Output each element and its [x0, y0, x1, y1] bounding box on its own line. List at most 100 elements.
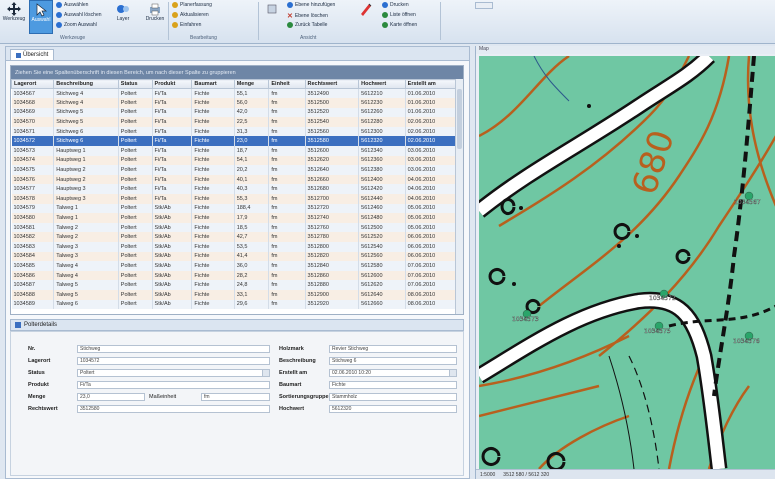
hochwert-field[interactable]: 5612320: [329, 405, 457, 413]
table-row[interactable]: 1034573 Hauptweg 1 Poltert Fi/Ta Fichte 18,7 f…: [11, 146, 458, 156]
print-button[interactable]: Drucken: [144, 0, 166, 22]
ribbon-refresh-item[interactable]: Aktualisieren: [172, 12, 209, 18]
column-header[interactable]: Produkt: [151, 79, 193, 89]
column-header[interactable]: Menge: [233, 79, 270, 89]
nr-field[interactable]: Stichweg: [77, 345, 270, 353]
table-cell: 18,5: [234, 222, 270, 233]
table-cell: 5612520: [358, 232, 406, 242]
table-cell: 5612620: [358, 280, 406, 290]
holzmark-label: Holzmark: [279, 346, 304, 352]
ribbon-open-list-item[interactable]: Liste öffnen: [382, 12, 416, 18]
table-row[interactable]: 1034568 Stichweg 4 Poltert Fi/Ta Fichte 56,0 f…: [11, 98, 458, 108]
table-row[interactable]: 1034575 Hauptweg 2 Poltert Fi/Ta Fichte 20,2 f…: [11, 165, 458, 175]
table-cell: fm: [268, 232, 306, 242]
table-row[interactable]: 1034585 Talweg 4 Poltert Stk/Ab Fichte 36,0 fm…: [11, 261, 458, 271]
table-cell: 20,2: [234, 165, 270, 175]
menge-field[interactable]: 23,0: [77, 393, 145, 401]
table-row[interactable]: 1034589 Talweg 6 Poltert Stk/Ab Fichte 29,6 fm…: [11, 299, 458, 310]
table-cell: Poltert: [118, 165, 153, 175]
table-row[interactable]: 1034578 Hauptweg 3 Poltert Fi/Ta Fichte 55,3 f…: [11, 194, 458, 204]
ribbon-print-item[interactable]: Drucken: [382, 2, 409, 8]
table-row[interactable]: 1034583 Talweg 3 Poltert Stk/Ab Fichte 53,5 fm…: [11, 242, 458, 252]
window-controls[interactable]: [475, 2, 493, 9]
table-row[interactable]: 1034586 Talweg 4 Poltert Stk/Ab Fichte 28,2 fm…: [11, 270, 458, 281]
column-header[interactable]: Rechtswert: [304, 79, 360, 89]
table-row[interactable]: 1034581 Talweg 2 Poltert Stk/Ab Fichte 18,5 fm…: [11, 222, 458, 233]
ribbon-open-map-item[interactable]: Karte öffnen: [382, 22, 417, 28]
table-row[interactable]: 1034570 Stichweg 5 Poltert Fi/Ta Fichte 22,5 f…: [11, 117, 458, 127]
table-cell: 5612560: [358, 251, 406, 262]
ribbon-back-table-item[interactable]: Zurück Tabelle: [287, 22, 327, 28]
marker-label: 1034576: [733, 338, 760, 345]
table-row[interactable]: 1034588 Talweg 5 Poltert Stk/Ab Fichte 33,1 fm…: [11, 289, 458, 300]
table-cell: Poltert: [118, 280, 153, 290]
lagerort-field[interactable]: 1034572: [77, 357, 270, 365]
table-row[interactable]: 1034576 Hauptweg 2 Poltert Fi/Ta Fichte 40,1 f…: [11, 174, 458, 185]
table-cell: 03.06.2010: [405, 155, 458, 166]
table-cell: fm: [268, 299, 306, 310]
table-row[interactable]: 1034580 Talweg 1 Poltert Stk/Ab Fichte 17,9 fm…: [11, 213, 458, 223]
layers-button[interactable]: Layer: [112, 0, 134, 22]
table-row[interactable]: 1034582 Talweg 2 Poltert Stk/Ab Fichte 42,7 fm…: [11, 232, 458, 242]
table-row[interactable]: 1034569 Stichweg 5 Poltert Fi/Ta Fichte 42,0 f…: [11, 107, 458, 118]
table-row[interactable]: 1034587 Talweg 5 Poltert Stk/Ab Fichte 24,8 fm…: [11, 280, 458, 290]
table-row[interactable]: 1034577 Hauptweg 3 Poltert Fi/Ta Fichte 40,3 f…: [11, 184, 458, 195]
table-row[interactable]: 1034572 Stichweg 6 Poltert Fi/Ta Fichte 23,0 f…: [11, 136, 458, 147]
table-cell: Fichte: [191, 299, 235, 310]
measure-button[interactable]: [354, 0, 378, 16]
group-label-edit: Bearbeitung: [190, 35, 217, 41]
table-row[interactable]: 1034571 Stichweg 6 Poltert Fi/Ta Fichte 31,3 f…: [11, 126, 458, 137]
column-header[interactable]: Erstellt am: [404, 79, 458, 89]
ribbon-clear-item[interactable]: Auswahl löschen: [56, 12, 102, 18]
sortierung-field[interactable]: Stammholz: [329, 393, 457, 401]
table-cell: 17,9: [234, 213, 270, 223]
erstellt-select[interactable]: 02.06.2010 10:20: [329, 369, 457, 377]
table-row[interactable]: 1034584 Talweg 3 Poltert Stk/Ab Fichte 41,4 fm…: [11, 251, 458, 262]
ribbon-drive-item[interactable]: Einfahren: [172, 22, 201, 28]
map-canvas[interactable]: 680 1034567 1034572 1034573 1034575 1034…: [479, 56, 775, 469]
column-header[interactable]: Hochwert: [358, 79, 406, 89]
calendar-icon[interactable]: [449, 370, 456, 376]
scrollbar-thumb[interactable]: [457, 89, 462, 149]
table-cell: 04.06.2010: [405, 194, 458, 204]
column-header[interactable]: Baumart: [191, 79, 235, 89]
column-header[interactable]: Einheit: [268, 79, 306, 89]
table-cell: 02.06.2010: [405, 117, 458, 127]
table-cell: 5612540: [358, 242, 406, 252]
table-row[interactable]: 1034579 Talweg 1 Poltert Stk/Ab Fichte 188,4 f…: [11, 203, 458, 214]
vertical-scrollbar[interactable]: [455, 79, 463, 314]
ribbon-add-layer-item[interactable]: Ebene hinzufügen: [287, 2, 335, 8]
table-cell: Fi/Ta: [152, 174, 193, 185]
rechtswert-field[interactable]: 3512580: [77, 405, 270, 413]
move-tool-button[interactable]: Werkzeug: [3, 0, 25, 22]
table-cell: Fi/Ta: [152, 126, 193, 137]
column-header[interactable]: Lagerort: [11, 79, 55, 89]
table-cell: 1034574: [11, 155, 55, 166]
status-select[interactable]: Poltert: [77, 369, 270, 377]
column-header[interactable]: Beschreibung: [53, 79, 119, 89]
chevron-down-icon[interactable]: [262, 370, 269, 376]
select-tool-button[interactable]: Auswahl: [29, 0, 53, 34]
beschreibung-field[interactable]: Stichweg 6: [329, 357, 457, 365]
table-row[interactable]: 1034567 Stichweg 4 Poltert Fi/Ta Fichte 55,1 f…: [11, 88, 458, 99]
tab-overview[interactable]: Übersicht: [10, 49, 55, 60]
group-by-hint[interactable]: Ziehen Sie eine Spaltenüberschrift in di…: [11, 66, 463, 79]
table-cell: 5612300: [358, 126, 406, 137]
ribbon-zoom-item[interactable]: Zoom Auswahl: [56, 22, 97, 28]
baumart-field[interactable]: Fichte: [329, 381, 457, 389]
einheit-field[interactable]: fm: [201, 393, 270, 401]
table-row[interactable]: 1034574 Hauptweg 1 Poltert Fi/Ta Fichte 54,1 f…: [11, 155, 458, 166]
table-cell: Talweg 1: [53, 213, 119, 223]
ribbon-select-item[interactable]: Auswählen: [56, 2, 88, 8]
table-cell: 5612440: [358, 194, 406, 204]
ribbon-plan-item[interactable]: Planerfassung: [172, 2, 212, 8]
topographic-map[interactable]: 680 1034567 1034572 1034573 1034575 1034…: [479, 56, 775, 469]
ribbon-remove-layer-item[interactable]: ✕ Ebene löschen: [287, 12, 328, 20]
produkt-field[interactable]: Fi/Ta: [77, 381, 270, 389]
table-cell: 22,5: [234, 117, 270, 127]
column-header[interactable]: Status: [117, 79, 153, 89]
map-panel: Map 680 1034567 1034572 1034573 1034575 …: [475, 46, 775, 479]
holzmark-field[interactable]: Revier Stichweg: [329, 345, 457, 353]
table-cell: 3512500: [305, 98, 360, 108]
pin-button[interactable]: [261, 0, 283, 16]
